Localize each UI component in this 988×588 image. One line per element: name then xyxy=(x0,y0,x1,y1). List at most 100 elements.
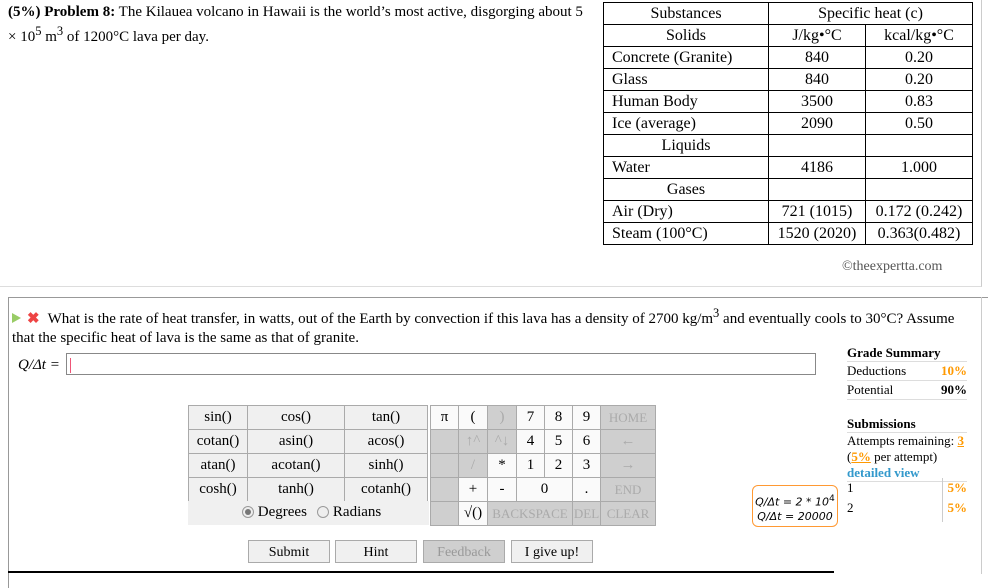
per-attempt-label: per attempt) xyxy=(870,449,938,464)
key-2[interactable]: 2 xyxy=(544,453,573,478)
divider xyxy=(981,297,982,574)
table-header: Substances xyxy=(603,2,769,25)
key-home[interactable]: HOME xyxy=(600,405,656,430)
key-3[interactable]: 3 xyxy=(572,453,601,478)
give-up-button[interactable]: I give up! xyxy=(511,540,593,563)
specific-heat-table: Substances Specific heat (c) Solids J/kg•°… xyxy=(603,2,973,245)
function-key[interactable]: acotan() xyxy=(247,453,345,478)
potential-value: 90% xyxy=(941,382,967,397)
table-cell: kcal/kg•°C xyxy=(865,24,973,47)
key-4[interactable]: 4 xyxy=(516,429,545,454)
key-1[interactable]: 1 xyxy=(516,453,545,478)
key-minus[interactable]: - xyxy=(487,477,517,502)
per-attempt-value: 5% xyxy=(851,449,871,464)
submission-row[interactable]: 1 5% xyxy=(847,480,967,500)
submit-button[interactable]: Submit xyxy=(248,540,330,563)
table-cell: Liquids xyxy=(603,134,769,157)
table-row: Glass 840 0.20 xyxy=(603,68,973,91)
key-plus[interactable]: + xyxy=(458,477,488,502)
table-cell: 840 xyxy=(768,46,866,69)
feedback-button[interactable]: Feedback xyxy=(423,540,505,563)
table-cell: 721 (1015) xyxy=(768,200,866,223)
function-key[interactable]: atan() xyxy=(188,453,248,478)
table-cell xyxy=(768,134,866,157)
function-keypad: sin() cos() tan() cotan() asin() acos() atan()… xyxy=(188,405,428,502)
table-cell: 0.20 xyxy=(865,68,973,91)
function-key[interactable]: tanh() xyxy=(247,477,345,502)
submission-tooltip: Q/Δt = 2 * 104 Q/Δt = 20000 xyxy=(752,485,838,527)
deductions-label: Deductions xyxy=(847,363,907,378)
radians-radio[interactable] xyxy=(316,505,329,518)
problem-text: of 1200°C lava per day. xyxy=(63,29,209,45)
function-key[interactable]: cos() xyxy=(247,405,345,430)
submission-deduction: 5% xyxy=(947,480,968,495)
key-left-arrow[interactable]: ← xyxy=(600,429,656,454)
key-pi[interactable]: π xyxy=(430,405,459,430)
key-dot[interactable]: . xyxy=(572,477,601,502)
text-caret xyxy=(70,358,71,373)
tooltip-line: Q/Δt = 2 * 10 xyxy=(755,495,830,509)
table-row: Gases xyxy=(603,178,973,201)
table-cell: 0.363(0.482) xyxy=(865,222,973,245)
key-clear[interactable]: CLEAR xyxy=(600,501,656,526)
key-down[interactable]: ^↓ xyxy=(487,429,517,454)
key-end[interactable]: END xyxy=(600,477,656,502)
table-cell: 1.000 xyxy=(865,156,973,179)
table-cell: Ice (average) xyxy=(603,112,769,135)
key-backspace[interactable]: BACKSPACE xyxy=(487,501,573,526)
key-blank xyxy=(430,429,459,454)
function-key[interactable]: sin() xyxy=(188,405,248,430)
key-8[interactable]: 8 xyxy=(544,405,573,430)
table-cell: 2090 xyxy=(768,112,866,135)
key-blank xyxy=(430,453,459,478)
key-divide[interactable]: / xyxy=(458,453,488,478)
function-key[interactable]: asin() xyxy=(247,429,345,454)
key-blank xyxy=(430,501,459,526)
table-cell: 0.172 (0.242) xyxy=(865,200,973,223)
question-part: What is the rate of heat transfer, in wa… xyxy=(47,311,714,327)
table-cell: 0.20 xyxy=(865,46,973,69)
hint-button[interactable]: Hint xyxy=(335,540,417,563)
key-del[interactable]: DEL xyxy=(572,501,601,526)
table-row: Air (Dry) 721 (1015) 0.172 (0.242) xyxy=(603,200,973,223)
key-left-paren[interactable]: ( xyxy=(458,405,488,430)
key-multiply[interactable]: * xyxy=(487,453,517,478)
submissions-title: Submissions xyxy=(847,416,967,433)
submission-number: 1 xyxy=(847,480,854,495)
submission-number: 2 xyxy=(847,500,854,515)
table-row: Solids J/kg•°C kcal/kg•°C xyxy=(603,24,973,47)
answer-input[interactable] xyxy=(66,353,816,375)
table-cell: J/kg•°C xyxy=(768,24,866,47)
table-cell: Concrete (Granite) xyxy=(603,46,769,69)
key-sqrt[interactable]: √() xyxy=(458,501,488,526)
table-cell xyxy=(768,178,866,201)
function-key[interactable]: sinh() xyxy=(344,453,428,478)
table-row: Ice (average) 2090 0.50 xyxy=(603,112,973,135)
function-key[interactable]: acos() xyxy=(344,429,428,454)
key-7[interactable]: 7 xyxy=(516,405,545,430)
key-6[interactable]: 6 xyxy=(572,429,601,454)
attempts-label: Attempts remaining: xyxy=(847,433,958,448)
incorrect-icon: ✖ xyxy=(27,311,40,327)
table-cell: Human Body xyxy=(603,90,769,113)
key-right-paren[interactable]: ) xyxy=(487,405,517,430)
key-5[interactable]: 5 xyxy=(544,429,573,454)
table-cell: Solids xyxy=(603,24,769,47)
tooltip-line: Q/Δt = 20000 xyxy=(757,509,833,523)
submission-row[interactable]: 2 5% xyxy=(847,500,967,520)
function-key[interactable]: cotanh() xyxy=(344,477,428,502)
key-up[interactable]: ↑^ xyxy=(458,429,488,454)
play-icon[interactable] xyxy=(12,313,21,323)
radians-label: Radians xyxy=(332,504,382,520)
function-key[interactable]: cosh() xyxy=(188,477,248,502)
key-9[interactable]: 9 xyxy=(572,405,601,430)
attempts-value: 3 xyxy=(957,433,964,448)
angle-mode: Degrees Radians xyxy=(188,501,429,525)
key-0[interactable]: 0 xyxy=(516,477,573,502)
degrees-radio[interactable] xyxy=(241,505,254,518)
key-right-arrow[interactable]: → xyxy=(600,453,656,478)
table-cell: 0.50 xyxy=(865,112,973,135)
function-key[interactable]: tan() xyxy=(344,405,428,430)
function-key[interactable]: cotan() xyxy=(188,429,248,454)
table-cell: Steam (100°C) xyxy=(603,222,769,245)
